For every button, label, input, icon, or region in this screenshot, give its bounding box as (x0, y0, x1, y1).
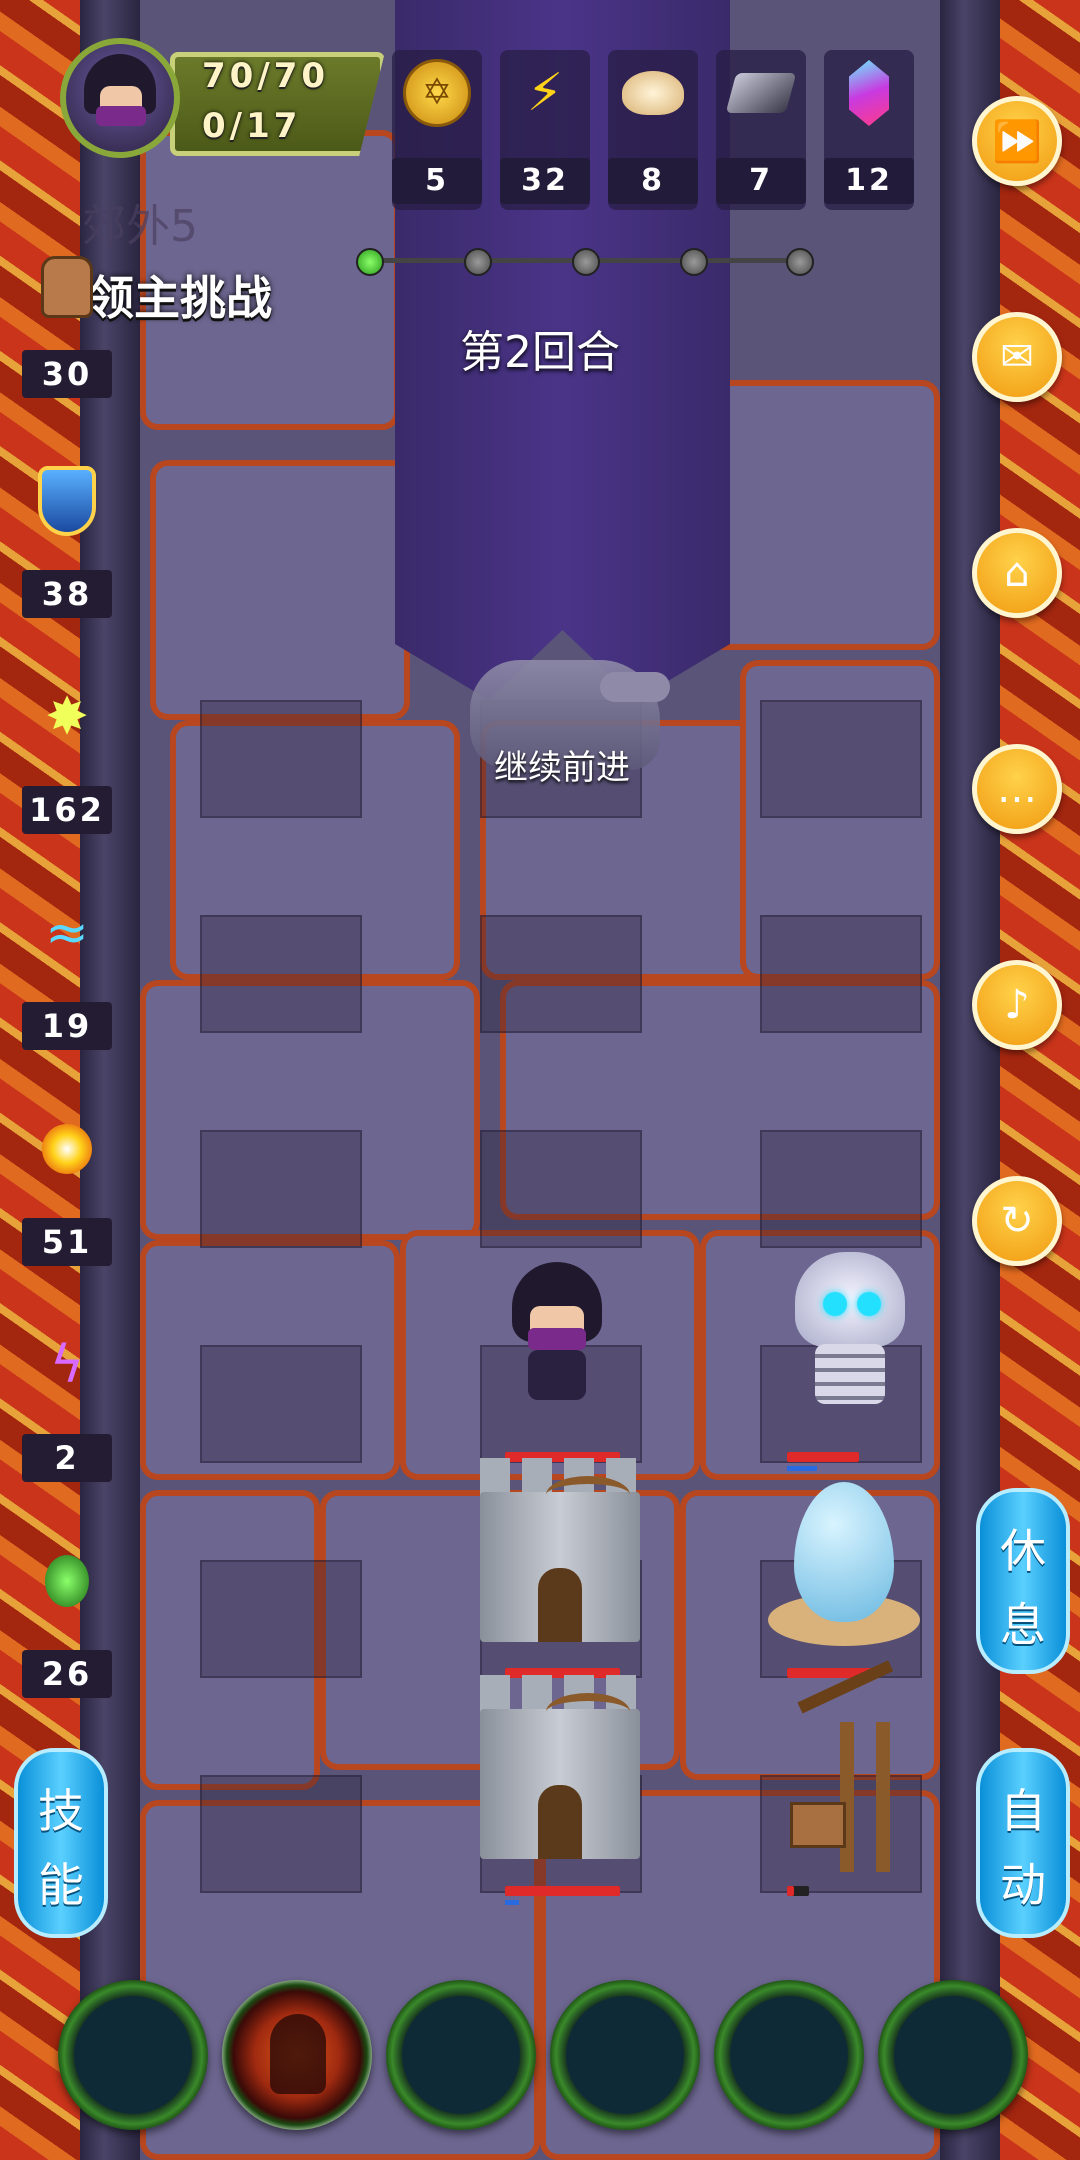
skill-slot-empty[interactable] (878, 1980, 1028, 2130)
fast-forward-icon: ⏩ (992, 118, 1042, 165)
arrow-tower[interactable] (470, 1675, 650, 1865)
exp-text: 0/17 (202, 106, 302, 146)
grid-cell[interactable] (200, 1560, 362, 1678)
progress-dot-current (356, 248, 384, 276)
return-icon: ↻ (1000, 1198, 1034, 1244)
skeleton-mp-bar (787, 1466, 817, 1471)
return-button[interactable]: ↻ (972, 1176, 1062, 1266)
skill-slot-empty[interactable] (58, 1980, 208, 2130)
grid-cell[interactable] (760, 915, 922, 1033)
progress-dot (786, 248, 814, 276)
stat-defense: 38 (20, 466, 114, 618)
fire-warrior-icon (270, 2014, 326, 2094)
stat-value: 2 (22, 1434, 112, 1482)
rest-button[interactable]: 休息 (976, 1488, 1070, 1674)
mail-icon: ✉ (1000, 334, 1034, 380)
pointing-finger (600, 672, 670, 702)
grid-cell[interactable] (480, 1130, 642, 1248)
skill-slot-empty[interactable] (550, 1980, 700, 2130)
home-button[interactable]: ⌂ (972, 528, 1062, 618)
catapult-crane[interactable] (780, 1660, 910, 1872)
round-title: 第2回合 (460, 327, 620, 378)
poison-icon (32, 1546, 102, 1616)
stage-label: 郊外5 (82, 201, 198, 252)
resource-coin: ✡ 5 (392, 50, 482, 210)
coin-icon: ✡ (402, 58, 472, 128)
lightning-icon: ⚡ (526, 63, 564, 123)
grid-cell[interactable] (200, 1345, 362, 1463)
stat-value: 26 (22, 1650, 112, 1698)
iron-ore-icon (725, 58, 797, 128)
crystal-count: 12 (824, 158, 914, 204)
progress-dot (680, 248, 708, 276)
progress-dot (464, 248, 492, 276)
stat-poison: 26 (20, 1546, 114, 1698)
hero-unit[interactable] (502, 1262, 612, 1412)
stat-value: 19 (22, 1002, 112, 1050)
hp-text: 70/70 (202, 56, 330, 96)
stat-water: ≈ 19 (20, 898, 114, 1050)
skeleton-hp-bar (787, 1452, 859, 1462)
skill-slot-fire-warrior[interactable] (222, 1980, 372, 2130)
monster-egg[interactable] (768, 1482, 920, 1652)
sound-icon: ♪ (1004, 982, 1030, 1028)
shield-icon (32, 466, 102, 536)
arrow-tower[interactable] (470, 1458, 650, 1648)
fast-forward-button[interactable]: ⏩ (972, 96, 1062, 186)
auto-button[interactable]: 自动 (976, 1748, 1070, 1938)
tower-hp-fill (505, 1886, 620, 1896)
progress-dot (572, 248, 600, 276)
resource-bun: 8 (608, 50, 698, 210)
crystal-icon (834, 58, 904, 128)
fist-icon (32, 252, 102, 322)
stat-value: 51 (22, 1218, 112, 1266)
bun-icon (618, 58, 688, 128)
fireball-icon (32, 1114, 102, 1184)
tower-mp-bar (505, 1900, 519, 1905)
skill-slot-empty[interactable] (714, 1980, 864, 2130)
grid-cell[interactable] (200, 915, 362, 1033)
resource-energy: ⚡ 32 (500, 50, 590, 210)
skill-button[interactable]: 技能 (14, 1748, 108, 1938)
skeleton-hp-fill (787, 1452, 859, 1462)
iron-count: 7 (716, 158, 806, 204)
grid-cell[interactable] (480, 915, 642, 1033)
continue-hint: 继续前进 (494, 748, 630, 788)
home-icon: ⌂ (1004, 550, 1030, 596)
energy-count: 32 (500, 158, 590, 204)
resource-iron: 7 (716, 50, 806, 210)
resource-crystal: 12 (824, 50, 914, 210)
sound-button[interactable]: ♪ (972, 960, 1062, 1050)
skill-slot-empty[interactable] (386, 1980, 536, 2130)
player-avatar[interactable] (60, 38, 180, 158)
stat-value: 30 (22, 350, 112, 398)
stat-lightning: ϟ 2 (20, 1330, 114, 1482)
crane-hp-bar (787, 1886, 809, 1896)
stat-value: 38 (22, 570, 112, 618)
bun-count: 8 (608, 158, 698, 204)
tower-hp-bar (505, 1886, 620, 1896)
coin-count: 5 (392, 158, 482, 204)
stat-value: 162 (22, 786, 112, 834)
skeleton-enemy[interactable] (785, 1252, 915, 1412)
water-wave-icon: ≈ (45, 903, 89, 963)
mail-button[interactable]: ✉ (972, 312, 1062, 402)
grid-cell[interactable] (200, 1775, 362, 1893)
grid-cell[interactable] (760, 1130, 922, 1248)
grid-cell[interactable] (200, 1130, 362, 1248)
stat-attack: 30 (20, 252, 114, 402)
lightning-magic-icon: ϟ (49, 1335, 85, 1395)
crane-hp-fill (787, 1886, 794, 1896)
stat-fire: 51 (20, 1114, 114, 1266)
